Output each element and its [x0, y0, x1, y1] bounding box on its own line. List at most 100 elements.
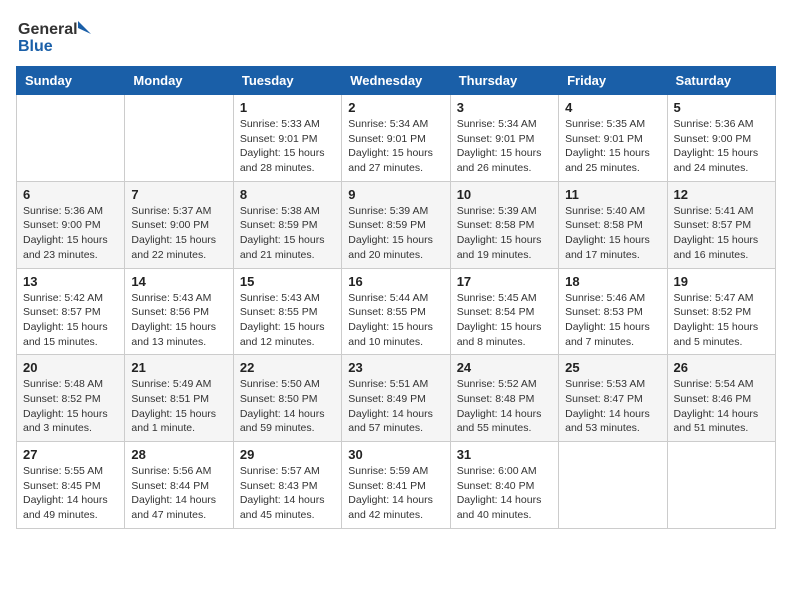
day-info: Sunrise: 5:48 AMSunset: 8:52 PMDaylight:… [23, 377, 118, 436]
logo-icon: GeneralBlue [16, 16, 96, 56]
svg-text:Blue: Blue [18, 38, 53, 55]
day-info: Sunrise: 5:56 AMSunset: 8:44 PMDaylight:… [131, 464, 226, 523]
day-number: 1 [240, 100, 335, 115]
calendar-week-row: 20 Sunrise: 5:48 AMSunset: 8:52 PMDayligh… [17, 355, 776, 442]
weekday-header: Thursday [450, 67, 558, 95]
calendar-cell [125, 95, 233, 182]
calendar-cell: 13 Sunrise: 5:42 AMSunset: 8:57 PMDayligh… [17, 268, 125, 355]
day-info: Sunrise: 5:59 AMSunset: 8:41 PMDaylight:… [348, 464, 443, 523]
day-number: 28 [131, 447, 226, 462]
weekday-header: Sunday [17, 67, 125, 95]
day-info: Sunrise: 5:49 AMSunset: 8:51 PMDaylight:… [131, 377, 226, 436]
day-info: Sunrise: 5:38 AMSunset: 8:59 PMDaylight:… [240, 204, 335, 263]
calendar-cell [559, 442, 667, 529]
day-number: 8 [240, 187, 335, 202]
day-number: 11 [565, 187, 660, 202]
calendar-cell: 17 Sunrise: 5:45 AMSunset: 8:54 PMDayligh… [450, 268, 558, 355]
day-number: 15 [240, 274, 335, 289]
day-number: 18 [565, 274, 660, 289]
day-info: Sunrise: 5:57 AMSunset: 8:43 PMDaylight:… [240, 464, 335, 523]
day-info: Sunrise: 5:44 AMSunset: 8:55 PMDaylight:… [348, 291, 443, 350]
calendar-cell: 28 Sunrise: 5:56 AMSunset: 8:44 PMDayligh… [125, 442, 233, 529]
day-number: 21 [131, 360, 226, 375]
day-number: 27 [23, 447, 118, 462]
day-info: Sunrise: 6:00 AMSunset: 8:40 PMDaylight:… [457, 464, 552, 523]
calendar-cell: 27 Sunrise: 5:55 AMSunset: 8:45 PMDayligh… [17, 442, 125, 529]
day-number: 3 [457, 100, 552, 115]
calendar-table: SundayMondayTuesdayWednesdayThursdayFrid… [16, 66, 776, 529]
day-info: Sunrise: 5:45 AMSunset: 8:54 PMDaylight:… [457, 291, 552, 350]
day-info: Sunrise: 5:47 AMSunset: 8:52 PMDaylight:… [674, 291, 769, 350]
calendar-cell [667, 442, 775, 529]
day-info: Sunrise: 5:43 AMSunset: 8:56 PMDaylight:… [131, 291, 226, 350]
calendar-cell: 25 Sunrise: 5:53 AMSunset: 8:47 PMDayligh… [559, 355, 667, 442]
day-info: Sunrise: 5:50 AMSunset: 8:50 PMDaylight:… [240, 377, 335, 436]
day-number: 5 [674, 100, 769, 115]
day-number: 23 [348, 360, 443, 375]
calendar-cell: 20 Sunrise: 5:48 AMSunset: 8:52 PMDayligh… [17, 355, 125, 442]
calendar-cell: 21 Sunrise: 5:49 AMSunset: 8:51 PMDayligh… [125, 355, 233, 442]
calendar-cell: 2 Sunrise: 5:34 AMSunset: 9:01 PMDaylight… [342, 95, 450, 182]
day-info: Sunrise: 5:42 AMSunset: 8:57 PMDaylight:… [23, 291, 118, 350]
day-info: Sunrise: 5:33 AMSunset: 9:01 PMDaylight:… [240, 117, 335, 176]
calendar-cell: 4 Sunrise: 5:35 AMSunset: 9:01 PMDaylight… [559, 95, 667, 182]
calendar-week-row: 1 Sunrise: 5:33 AMSunset: 9:01 PMDaylight… [17, 95, 776, 182]
calendar-cell: 18Sunrise: 5:46 AMSunset: 8:53 PMDayligh… [559, 268, 667, 355]
calendar-cell: 1 Sunrise: 5:33 AMSunset: 9:01 PMDaylight… [233, 95, 341, 182]
day-info: Sunrise: 5:39 AMSunset: 8:59 PMDaylight:… [348, 204, 443, 263]
calendar-cell [17, 95, 125, 182]
day-info: Sunrise: 5:52 AMSunset: 8:48 PMDaylight:… [457, 377, 552, 436]
weekday-header: Friday [559, 67, 667, 95]
day-number: 13 [23, 274, 118, 289]
day-number: 17 [457, 274, 552, 289]
weekday-header: Saturday [667, 67, 775, 95]
day-number: 19 [674, 274, 769, 289]
day-info: Sunrise: 5:51 AMSunset: 8:49 PMDaylight:… [348, 377, 443, 436]
day-info: Sunrise: 5:34 AMSunset: 9:01 PMDaylight:… [348, 117, 443, 176]
calendar-cell: 9 Sunrise: 5:39 AMSunset: 8:59 PMDaylight… [342, 181, 450, 268]
day-number: 9 [348, 187, 443, 202]
day-number: 7 [131, 187, 226, 202]
day-info: Sunrise: 5:37 AMSunset: 9:00 PMDaylight:… [131, 204, 226, 263]
calendar-week-row: 13 Sunrise: 5:42 AMSunset: 8:57 PMDayligh… [17, 268, 776, 355]
day-info: Sunrise: 5:41 AMSunset: 8:57 PMDaylight:… [674, 204, 769, 263]
calendar-cell: 12 Sunrise: 5:41 AMSunset: 8:57 PMDayligh… [667, 181, 775, 268]
calendar-cell: 19 Sunrise: 5:47 AMSunset: 8:52 PMDayligh… [667, 268, 775, 355]
day-number: 24 [457, 360, 552, 375]
calendar-cell: 26Sunrise: 5:54 AMSunset: 8:46 PMDayligh… [667, 355, 775, 442]
day-info: Sunrise: 5:54 AMSunset: 8:46 PMDaylight:… [674, 377, 769, 436]
weekday-header: Monday [125, 67, 233, 95]
calendar-week-row: 27 Sunrise: 5:55 AMSunset: 8:45 PMDayligh… [17, 442, 776, 529]
day-number: 20 [23, 360, 118, 375]
day-number: 4 [565, 100, 660, 115]
day-number: 14 [131, 274, 226, 289]
day-info: Sunrise: 5:36 AMSunset: 9:00 PMDaylight:… [23, 204, 118, 263]
day-number: 12 [674, 187, 769, 202]
day-number: 2 [348, 100, 443, 115]
calendar-cell: 11 Sunrise: 5:40 AMSunset: 8:58 PMDayligh… [559, 181, 667, 268]
calendar-cell: 3 Sunrise: 5:34 AMSunset: 9:01 PMDaylight… [450, 95, 558, 182]
day-number: 30 [348, 447, 443, 462]
day-info: Sunrise: 5:35 AMSunset: 9:01 PMDaylight:… [565, 117, 660, 176]
day-info: Sunrise: 5:34 AMSunset: 9:01 PMDaylight:… [457, 117, 552, 176]
weekday-header: Tuesday [233, 67, 341, 95]
day-info: Sunrise: 5:53 AMSunset: 8:47 PMDaylight:… [565, 377, 660, 436]
calendar-cell: 6 Sunrise: 5:36 AMSunset: 9:00 PMDaylight… [17, 181, 125, 268]
day-number: 22 [240, 360, 335, 375]
day-number: 31 [457, 447, 552, 462]
day-number: 10 [457, 187, 552, 202]
day-info: Sunrise: 5:55 AMSunset: 8:45 PMDaylight:… [23, 464, 118, 523]
calendar-cell: 7 Sunrise: 5:37 AMSunset: 9:00 PMDaylight… [125, 181, 233, 268]
day-info: Sunrise: 5:40 AMSunset: 8:58 PMDaylight:… [565, 204, 660, 263]
day-number: 6 [23, 187, 118, 202]
calendar-cell: 31 Sunrise: 6:00 AMSunset: 8:40 PMDayligh… [450, 442, 558, 529]
calendar-cell: 10 Sunrise: 5:39 AMSunset: 8:58 PMDayligh… [450, 181, 558, 268]
logo: GeneralBlue [16, 16, 100, 56]
day-number: 29 [240, 447, 335, 462]
calendar-cell: 15Sunrise: 5:43 AMSunset: 8:55 PMDayligh… [233, 268, 341, 355]
weekday-header-row: SundayMondayTuesdayWednesdayThursdayFrid… [17, 67, 776, 95]
day-info: Sunrise: 5:39 AMSunset: 8:58 PMDaylight:… [457, 204, 552, 263]
day-number: 25 [565, 360, 660, 375]
calendar-cell: 29 Sunrise: 5:57 AMSunset: 8:43 PMDayligh… [233, 442, 341, 529]
calendar-cell: 22 Sunrise: 5:50 AMSunset: 8:50 PMDayligh… [233, 355, 341, 442]
